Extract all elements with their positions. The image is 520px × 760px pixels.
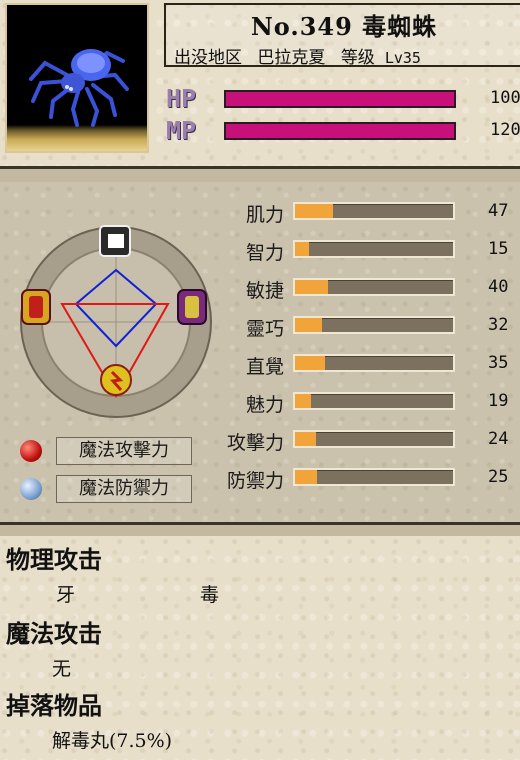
stat-bar [293,430,455,448]
stat-label: 魅力 [245,394,284,416]
lightning-element-icon [100,364,132,396]
drop-items-title: 掉落物品 [6,691,102,720]
drop-item: 解毒丸(7.5%) [52,730,173,752]
level-label: 等级 [340,48,375,68]
stat-value: 47 [488,201,509,221]
divider [0,522,520,536]
mp-bar [224,122,456,140]
physical-attack-item: 毒 [200,584,220,606]
stat-bar-fill [295,432,316,446]
mp-value: 120 [490,120,520,140]
stat-bar [293,278,455,296]
stat-value: 32 [488,315,509,335]
fire-element-icon [21,289,51,325]
stat-label: 直覺 [245,356,284,378]
stat-bar-fill [295,356,326,370]
region-line: 出没地区 巴拉克夏 等级 Lv35 [174,43,431,68]
stat-bar-fill [295,470,318,484]
monster-name: No.349 毒蜘蛛 [250,12,438,41]
hp-value: 100 [490,88,520,108]
divider [0,166,520,182]
level-value: Lv35 [384,49,421,67]
stat-value: 15 [488,239,509,259]
stats-panel: 肌力 47 智力 15 敏捷 40 靈巧 32 直覺 35 魅力 19 攻擊力 … [0,182,520,522]
spider-icon [29,49,129,127]
magic-defense-orb-icon [20,478,42,500]
stat-bar [293,316,455,334]
stat-value: 19 [488,391,509,411]
info-panel: 物理攻击 牙 毒 魔法攻击 无 掉落物品 解毒丸(7.5%) [0,536,520,760]
stat-bar-fill [295,280,329,294]
stat-bar [293,240,455,258]
stat-value: 25 [488,467,509,487]
physical-attack-item: 牙 [56,584,76,606]
stat-label: 肌力 [245,204,284,226]
stat-bar-fill [295,394,311,408]
physical-attack-title: 物理攻击 [6,545,102,574]
region-label: 出没地区 [174,48,242,68]
stat-label: 智力 [245,242,284,264]
dark-element-icon [177,289,207,325]
stat-label: 靈巧 [245,318,284,340]
monster-portrait [5,3,149,153]
magic-defense-button[interactable]: 魔法防禦力 [56,475,192,503]
magic-attack-item: 无 [52,658,72,680]
stat-value: 40 [488,277,509,297]
stat-label: 攻擊力 [226,432,284,454]
monster-header: No.349 毒蜘蛛 出没地区 巴拉克夏 等级 Lv35 HP 100 MP 12… [0,0,520,166]
magic-attack-orb-icon [20,440,42,462]
element-wheel [20,225,212,418]
stat-bar [293,202,455,220]
region-value: 巴拉克夏 [257,48,326,68]
magic-attack-button[interactable]: 魔法攻擊力 [56,437,192,465]
stat-value: 24 [488,429,509,449]
magic-attack-title: 魔法攻击 [6,619,102,648]
hp-bar [224,90,456,108]
earth-element-icon [99,225,131,257]
stat-bar [293,354,455,372]
stat-label: 防禦力 [226,470,284,492]
hp-label: HP [166,84,197,113]
stat-bar-fill [295,204,333,218]
stat-label: 敏捷 [245,280,284,302]
mp-label: MP [166,116,197,145]
stat-bar [293,392,455,410]
stat-bar-fill [295,318,322,332]
name-box: No.349 毒蜘蛛 出没地区 巴拉克夏 等级 Lv35 [164,3,520,68]
stat-bar [293,468,455,486]
stat-bar-fill [295,242,310,256]
stat-value: 35 [488,353,509,373]
